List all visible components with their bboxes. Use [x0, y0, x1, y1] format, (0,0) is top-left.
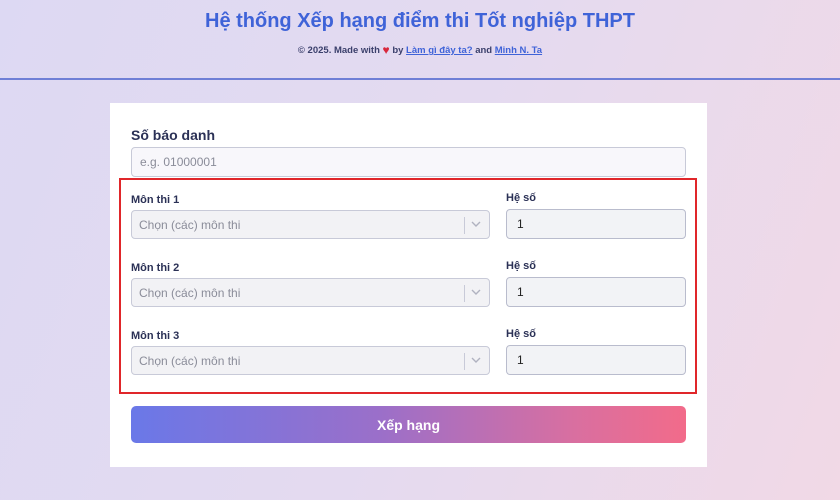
subject-3-placeholder: Chọn (các) môn thi — [139, 354, 241, 368]
chevron-down-icon — [471, 221, 481, 227]
credit-by: by — [392, 45, 404, 56]
page-header: Hệ thống Xếp hạng điểm thi Tốt nghiệp TH… — [0, 0, 840, 80]
candidate-number-label: Số báo danh — [131, 127, 215, 143]
select-separator — [464, 217, 465, 234]
select-separator — [464, 285, 465, 302]
coefficient-1-label: Hệ số — [506, 192, 536, 204]
subject-row-1: Môn thi 1 Chọn (các) môn thi Hệ số — [110, 192, 707, 252]
subject-3-label: Môn thi 3 — [131, 330, 180, 342]
select-separator — [464, 353, 465, 370]
coefficient-2-input[interactable] — [506, 277, 686, 307]
chevron-down-icon — [471, 357, 481, 363]
candidate-number-input[interactable] — [131, 147, 686, 177]
subject-1-label: Môn thi 1 — [131, 194, 180, 206]
chevron-down-icon — [471, 289, 481, 295]
subject-3-select[interactable]: Chọn (các) môn thi — [131, 346, 490, 375]
subject-2-select[interactable]: Chọn (các) môn thi — [131, 278, 490, 307]
subject-1-select[interactable]: Chọn (các) môn thi — [131, 210, 490, 239]
credit-prefix: © 2025. Made with — [297, 45, 380, 56]
heart-icon: ♥ — [382, 43, 390, 57]
coefficient-3-label: Hệ số — [506, 328, 536, 340]
coefficient-2-label: Hệ số — [506, 260, 536, 272]
subject-2-placeholder: Chọn (các) môn thi — [139, 286, 241, 300]
subject-1-placeholder: Chọn (các) môn thi — [139, 218, 241, 232]
author-link-1[interactable]: Làm gì đây ta? — [406, 45, 473, 56]
coefficient-1-input[interactable] — [506, 209, 686, 239]
credit-and: and — [475, 45, 493, 56]
coefficient-3-input[interactable] — [506, 345, 686, 375]
subject-row-3: Môn thi 3 Chọn (các) môn thi Hệ số — [110, 328, 707, 388]
page-title: Hệ thống Xếp hạng điểm thi Tốt nghiệp TH… — [205, 10, 635, 32]
credits-line: © 2025. Made with ♥ by Làm gì đây ta? an… — [0, 43, 840, 57]
subject-row-2: Môn thi 2 Chọn (các) môn thi Hệ số — [110, 260, 707, 320]
author-link-2[interactable]: Minh N. Ta — [495, 45, 542, 56]
rank-submit-button[interactable]: Xếp hạng — [131, 406, 686, 443]
ranking-form-card: Số báo danh Môn thi 1 Chọn (các) môn thi… — [110, 103, 707, 467]
subject-2-label: Môn thi 2 — [131, 262, 180, 274]
